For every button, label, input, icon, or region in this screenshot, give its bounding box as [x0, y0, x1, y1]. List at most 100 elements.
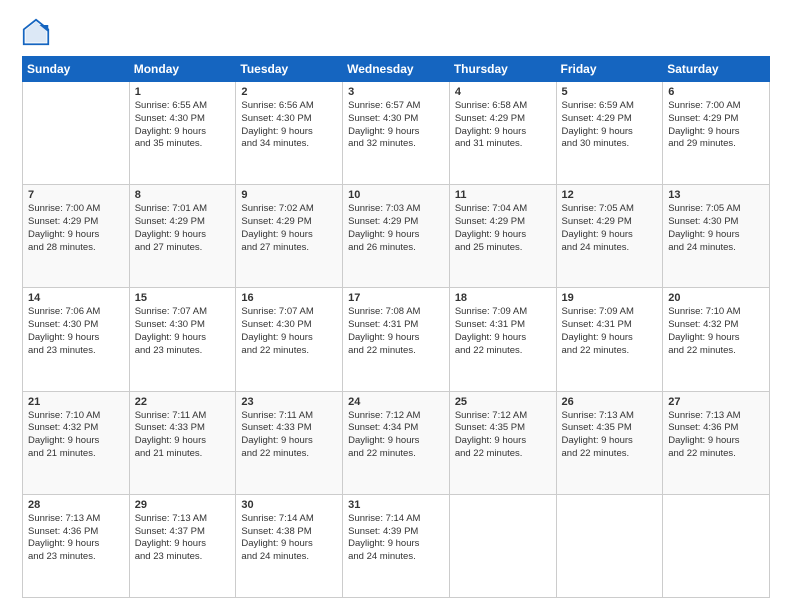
day-number: 6 — [668, 86, 764, 98]
calendar-cell: 29 Sunrise: 7:13 AM Sunset: 4:37 PM Dayli… — [129, 494, 236, 597]
day-info: Sunrise: 7:00 AM Sunset: 4:29 PM Dayligh… — [28, 203, 124, 254]
weekday-header: Tuesday — [236, 57, 343, 82]
calendar-cell: 23Sunrise: 7:11 AM Sunset: 4:33 PM Dayli… — [236, 391, 343, 494]
day-number: 14 — [28, 292, 124, 304]
day-number: 19 — [562, 292, 658, 304]
day-info: Sunrise: 7:08 AM Sunset: 4:31 PM Dayligh… — [348, 306, 444, 357]
calendar-cell: 28Sunrise: 7:13 AM Sunset: 4:36 PM Dayli… — [23, 494, 130, 597]
calendar-cell: 1 Sunrise: 6:55 AM Sunset: 4:30 PM Daylig… — [129, 82, 236, 185]
calendar-cell: 26 Sunrise: 7:13 AM Sunset: 4:35 PM Dayli… — [556, 391, 663, 494]
day-number: 23 — [241, 396, 337, 408]
calendar-cell: 5 Sunrise: 6:59 AM Sunset: 4:29 PM Daylig… — [556, 82, 663, 185]
day-info: Sunrise: 7:00 AM Sunset: 4:29 PM Dayligh… — [668, 100, 764, 151]
calendar-cell: 27Sunrise: 7:13 AM Sunset: 4:36 PM Dayli… — [663, 391, 770, 494]
day-info: Sunrise: 6:58 AM Sunset: 4:29 PM Dayligh… — [455, 100, 551, 151]
calendar-cell: 30Sunrise: 7:14 AM Sunset: 4:38 PM Dayli… — [236, 494, 343, 597]
calendar-cell: 19 Sunrise: 7:09 AM Sunset: 4:31 PM Dayli… — [556, 288, 663, 391]
day-info: Sunrise: 7:10 AM Sunset: 4:32 PM Dayligh… — [668, 306, 764, 357]
day-number: 18 — [455, 292, 551, 304]
day-number: 12 — [562, 189, 658, 201]
day-number: 11 — [455, 189, 551, 201]
day-info: Sunrise: 7:09 AM Sunset: 4:31 PM Dayligh… — [562, 306, 658, 357]
day-info: Sunrise: 7:13 AM Sunset: 4:37 PM Dayligh… — [135, 513, 231, 564]
calendar-cell: 17 Sunrise: 7:08 AM Sunset: 4:31 PM Dayli… — [343, 288, 450, 391]
weekday-header: Thursday — [449, 57, 556, 82]
weekday-header-row: SundayMondayTuesdayWednesdayThursdayFrid… — [23, 57, 770, 82]
calendar-week-row: 7 Sunrise: 7:00 AM Sunset: 4:29 PM Daylig… — [23, 185, 770, 288]
calendar-cell: 24 Sunrise: 7:12 AM Sunset: 4:34 PM Dayli… — [343, 391, 450, 494]
calendar-week-row: 21Sunrise: 7:10 AM Sunset: 4:32 PM Dayli… — [23, 391, 770, 494]
weekday-header: Sunday — [23, 57, 130, 82]
day-info: Sunrise: 7:12 AM Sunset: 4:34 PM Dayligh… — [348, 410, 444, 461]
day-number: 7 — [28, 189, 124, 201]
day-info: Sunrise: 7:07 AM Sunset: 4:30 PM Dayligh… — [135, 306, 231, 357]
day-number: 8 — [135, 189, 231, 201]
calendar-cell: 31Sunrise: 7:14 AM Sunset: 4:39 PM Dayli… — [343, 494, 450, 597]
calendar-cell: 10 Sunrise: 7:03 AM Sunset: 4:29 PM Dayli… — [343, 185, 450, 288]
calendar-cell: 7 Sunrise: 7:00 AM Sunset: 4:29 PM Daylig… — [23, 185, 130, 288]
day-number: 10 — [348, 189, 444, 201]
day-number: 2 — [241, 86, 337, 98]
day-number: 15 — [135, 292, 231, 304]
day-info: Sunrise: 7:04 AM Sunset: 4:29 PM Dayligh… — [455, 203, 551, 254]
day-number: 26 — [562, 396, 658, 408]
day-info: Sunrise: 6:55 AM Sunset: 4:30 PM Dayligh… — [135, 100, 231, 151]
calendar-cell: 12Sunrise: 7:05 AM Sunset: 4:29 PM Dayli… — [556, 185, 663, 288]
calendar-cell — [663, 494, 770, 597]
calendar-cell: 2 Sunrise: 6:56 AM Sunset: 4:30 PM Daylig… — [236, 82, 343, 185]
day-info: Sunrise: 7:07 AM Sunset: 4:30 PM Dayligh… — [241, 306, 337, 357]
day-number: 16 — [241, 292, 337, 304]
day-number: 1 — [135, 86, 231, 98]
day-number: 29 — [135, 499, 231, 511]
calendar-cell: 14 Sunrise: 7:06 AM Sunset: 4:30 PM Dayli… — [23, 288, 130, 391]
day-info: Sunrise: 6:56 AM Sunset: 4:30 PM Dayligh… — [241, 100, 337, 151]
calendar-cell: 22Sunrise: 7:11 AM Sunset: 4:33 PM Dayli… — [129, 391, 236, 494]
day-number: 17 — [348, 292, 444, 304]
day-number: 22 — [135, 396, 231, 408]
day-number: 9 — [241, 189, 337, 201]
logo — [22, 18, 54, 46]
calendar-cell: 13 Sunrise: 7:05 AM Sunset: 4:30 PM Dayli… — [663, 185, 770, 288]
day-info: Sunrise: 6:57 AM Sunset: 4:30 PM Dayligh… — [348, 100, 444, 151]
day-info: Sunrise: 7:06 AM Sunset: 4:30 PM Dayligh… — [28, 306, 124, 357]
calendar-cell: 11 Sunrise: 7:04 AM Sunset: 4:29 PM Dayli… — [449, 185, 556, 288]
day-info: Sunrise: 7:14 AM Sunset: 4:39 PM Dayligh… — [348, 513, 444, 564]
day-number: 24 — [348, 396, 444, 408]
day-number: 13 — [668, 189, 764, 201]
day-number: 20 — [668, 292, 764, 304]
calendar-week-row: 28Sunrise: 7:13 AM Sunset: 4:36 PM Dayli… — [23, 494, 770, 597]
header — [22, 18, 770, 46]
day-info: Sunrise: 7:09 AM Sunset: 4:31 PM Dayligh… — [455, 306, 551, 357]
day-number: 3 — [348, 86, 444, 98]
day-info: Sunrise: 7:13 AM Sunset: 4:36 PM Dayligh… — [28, 513, 124, 564]
calendar-cell — [23, 82, 130, 185]
calendar-cell: 21Sunrise: 7:10 AM Sunset: 4:32 PM Dayli… — [23, 391, 130, 494]
day-info: Sunrise: 7:03 AM Sunset: 4:29 PM Dayligh… — [348, 203, 444, 254]
weekday-header: Wednesday — [343, 57, 450, 82]
calendar-cell: 9Sunrise: 7:02 AM Sunset: 4:29 PM Daylig… — [236, 185, 343, 288]
day-info: Sunrise: 6:59 AM Sunset: 4:29 PM Dayligh… — [562, 100, 658, 151]
day-info: Sunrise: 7:13 AM Sunset: 4:35 PM Dayligh… — [562, 410, 658, 461]
calendar-cell — [449, 494, 556, 597]
calendar-cell: 8 Sunrise: 7:01 AM Sunset: 4:29 PM Daylig… — [129, 185, 236, 288]
day-number: 21 — [28, 396, 124, 408]
day-number: 25 — [455, 396, 551, 408]
calendar-cell — [556, 494, 663, 597]
day-number: 30 — [241, 499, 337, 511]
day-info: Sunrise: 7:01 AM Sunset: 4:29 PM Dayligh… — [135, 203, 231, 254]
calendar-cell: 25 Sunrise: 7:12 AM Sunset: 4:35 PM Dayli… — [449, 391, 556, 494]
calendar-cell: 6 Sunrise: 7:00 AM Sunset: 4:29 PM Daylig… — [663, 82, 770, 185]
weekday-header: Friday — [556, 57, 663, 82]
calendar-cell: 20 Sunrise: 7:10 AM Sunset: 4:32 PM Dayli… — [663, 288, 770, 391]
calendar-cell: 18 Sunrise: 7:09 AM Sunset: 4:31 PM Dayli… — [449, 288, 556, 391]
calendar-cell: 15 Sunrise: 7:07 AM Sunset: 4:30 PM Dayli… — [129, 288, 236, 391]
calendar-cell: 16 Sunrise: 7:07 AM Sunset: 4:30 PM Dayli… — [236, 288, 343, 391]
weekday-header: Saturday — [663, 57, 770, 82]
calendar-cell: 3 Sunrise: 6:57 AM Sunset: 4:30 PM Daylig… — [343, 82, 450, 185]
day-info: Sunrise: 7:05 AM Sunset: 4:30 PM Dayligh… — [668, 203, 764, 254]
logo-icon — [22, 18, 50, 46]
weekday-header: Monday — [129, 57, 236, 82]
day-info: Sunrise: 7:12 AM Sunset: 4:35 PM Dayligh… — [455, 410, 551, 461]
page: SundayMondayTuesdayWednesdayThursdayFrid… — [0, 0, 792, 612]
day-number: 5 — [562, 86, 658, 98]
